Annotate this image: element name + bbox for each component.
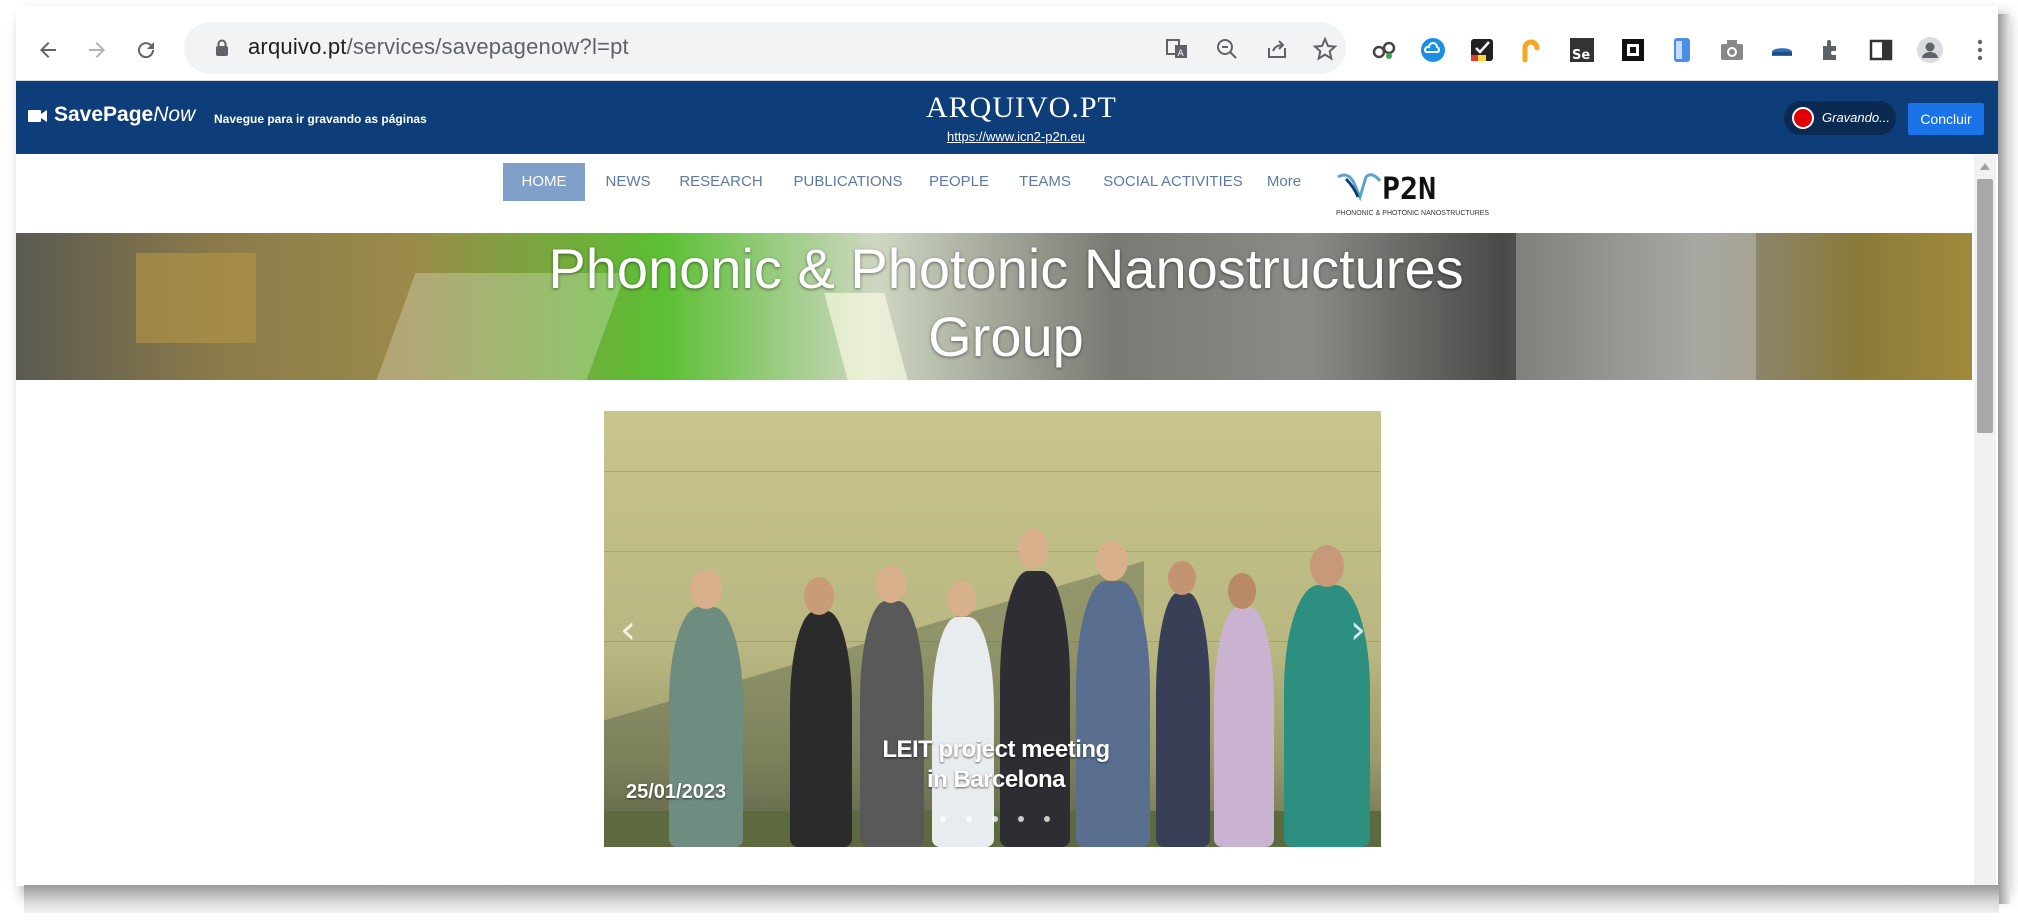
arquivo-logo[interactable]: ARQUIVO.PT bbox=[926, 91, 1116, 125]
slide-next-arrow[interactable]: › bbox=[1350, 607, 1366, 653]
slide-prev-arrow[interactable]: ‹ bbox=[620, 607, 636, 653]
savepagenow-subtitle: Navegue para ir gravando as páginas bbox=[214, 112, 427, 126]
savepagenow-brand: SavePageNow bbox=[54, 103, 196, 126]
nav-publications[interactable]: PUBLICATIONS bbox=[788, 163, 908, 201]
reload-icon bbox=[138, 42, 155, 59]
photo-person-head bbox=[804, 577, 834, 615]
hero-decoration bbox=[1516, 233, 1756, 380]
savepagenow-bar: SavePageNow Navegue para ir gravando as … bbox=[16, 81, 1998, 154]
slide-caption-line-1: LEIT project meeting bbox=[882, 736, 1110, 763]
star-icon[interactable] bbox=[1312, 36, 1338, 62]
photo-person bbox=[860, 601, 924, 847]
nav-teams[interactable]: TEAMS bbox=[1015, 163, 1075, 201]
photo-person-head bbox=[948, 581, 976, 617]
photo-person-head bbox=[1228, 573, 1256, 609]
scrollbar-thumb[interactable] bbox=[1977, 179, 1993, 433]
hero-decoration bbox=[136, 253, 256, 343]
extension-link-icon[interactable] bbox=[1370, 36, 1398, 64]
zoom-out-icon[interactable] bbox=[1214, 36, 1240, 62]
hero-title-line-1: Phononic & Photonic Nanostructures bbox=[548, 237, 1464, 300]
window-shadow-right bbox=[1998, 14, 2010, 904]
nav-home[interactable]: HOME bbox=[503, 163, 585, 201]
page-scrollbar[interactable] bbox=[1974, 155, 1996, 885]
extension-bar-icon[interactable] bbox=[1768, 36, 1796, 64]
hero-banner: Phononic & Photonic Nanostructures Group bbox=[16, 233, 1972, 380]
slide-caption: LEIT project meeting in Barcelona bbox=[866, 735, 1126, 795]
extension-cloud-icon[interactable] bbox=[1419, 36, 1447, 64]
scroll-up-icon[interactable] bbox=[1980, 163, 1990, 170]
photo-person bbox=[669, 607, 743, 847]
slide-dot[interactable] bbox=[966, 816, 972, 822]
lock-icon bbox=[216, 39, 228, 56]
p2n-logo-subtext: PHONONIC & PHOTONIC NANOSTRUCTURES bbox=[1336, 210, 1489, 217]
photo-person-head bbox=[690, 569, 722, 609]
nav-more[interactable]: More bbox=[1264, 163, 1304, 201]
recording-label: Gravando... bbox=[1822, 110, 1890, 125]
forward-button[interactable] bbox=[77, 30, 117, 70]
nav-news[interactable]: NEWS bbox=[598, 163, 658, 201]
slide-dot[interactable] bbox=[1018, 816, 1024, 822]
back-button[interactable] bbox=[28, 30, 68, 70]
extension-phone-icon[interactable] bbox=[1668, 36, 1696, 64]
photo-person bbox=[790, 611, 852, 847]
video-camera-icon bbox=[28, 110, 47, 122]
slide-date: 25/01/2023 bbox=[626, 781, 727, 803]
photo-person bbox=[1214, 607, 1274, 847]
photo-person-head bbox=[1018, 529, 1048, 569]
p2n-logo-text: P2N bbox=[1382, 172, 1436, 207]
finish-button[interactable]: Concluir bbox=[1908, 103, 1984, 135]
selenium-icon[interactable]: Se bbox=[1568, 36, 1596, 64]
nav-people[interactable]: PEOPLE bbox=[926, 163, 992, 201]
slide-dots bbox=[940, 809, 1070, 827]
hero-title: Phononic & Photonic Nanostructures Group bbox=[476, 235, 1536, 371]
photo-person-head bbox=[876, 565, 906, 603]
p2n-logo[interactable]: P2N PHONONIC & PHOTONIC NANOSTRUCTURES bbox=[1334, 167, 1494, 219]
extensions-icon[interactable] bbox=[1817, 36, 1845, 64]
photo-person-head bbox=[1310, 545, 1344, 587]
wall-line bbox=[604, 551, 1381, 552]
hero-title-line-2: Group bbox=[928, 305, 1084, 368]
slide-dot[interactable] bbox=[940, 816, 946, 822]
photo-person bbox=[1000, 571, 1070, 847]
extension-pen-icon[interactable] bbox=[1519, 36, 1547, 64]
nav-social-activities[interactable]: SOCIAL ACTIVITIES bbox=[1103, 163, 1243, 201]
extension-frame-icon[interactable] bbox=[1619, 36, 1647, 64]
archived-url-link[interactable]: https://www.icn2-p2n.eu bbox=[926, 129, 1106, 144]
window-shadow-bottom bbox=[24, 885, 1999, 913]
profile-icon[interactable] bbox=[1916, 36, 1944, 64]
share-icon[interactable] bbox=[1264, 36, 1290, 62]
translate-icon[interactable]: A bbox=[1164, 36, 1190, 62]
slide-caption-line-2: in Barcelona bbox=[926, 766, 1066, 793]
slideshow[interactable]: ‹ › LEIT project meeting in Barcelona 25… bbox=[604, 411, 1381, 847]
svg-text:Se: Se bbox=[1572, 48, 1590, 63]
forward-icon bbox=[89, 42, 105, 58]
slide-dot[interactable] bbox=[992, 816, 998, 822]
side-panel-icon[interactable] bbox=[1867, 36, 1895, 64]
address-bar[interactable]: arquivo.pt/services/savepagenow?l=pt A bbox=[184, 22, 1346, 74]
photo-person-head bbox=[1168, 561, 1196, 595]
photo-person-head bbox=[1096, 541, 1128, 581]
reload-button[interactable] bbox=[126, 30, 166, 70]
photo-person bbox=[1156, 593, 1210, 847]
browser-toolbar: arquivo.pt/services/savepagenow?l=pt A S… bbox=[16, 6, 1998, 81]
camera-icon[interactable] bbox=[1718, 36, 1746, 64]
back-icon bbox=[40, 42, 56, 58]
nav-research[interactable]: RESEARCH bbox=[676, 163, 766, 201]
menu-icon[interactable] bbox=[1966, 36, 1994, 64]
photo-person bbox=[1076, 581, 1150, 847]
svg-text:A: A bbox=[1178, 49, 1185, 59]
slide-dot[interactable] bbox=[1044, 816, 1050, 822]
recording-indicator[interactable]: Gravando... bbox=[1784, 101, 1896, 135]
extension-check-icon[interactable] bbox=[1468, 36, 1496, 64]
record-icon bbox=[1792, 107, 1814, 129]
url-text: arquivo.pt/services/savepagenow?l=pt bbox=[248, 34, 629, 59]
wall-line bbox=[604, 471, 1381, 472]
site-navigation: HOME NEWS RESEARCH PUBLICATIONS PEOPLE T… bbox=[16, 155, 1972, 233]
